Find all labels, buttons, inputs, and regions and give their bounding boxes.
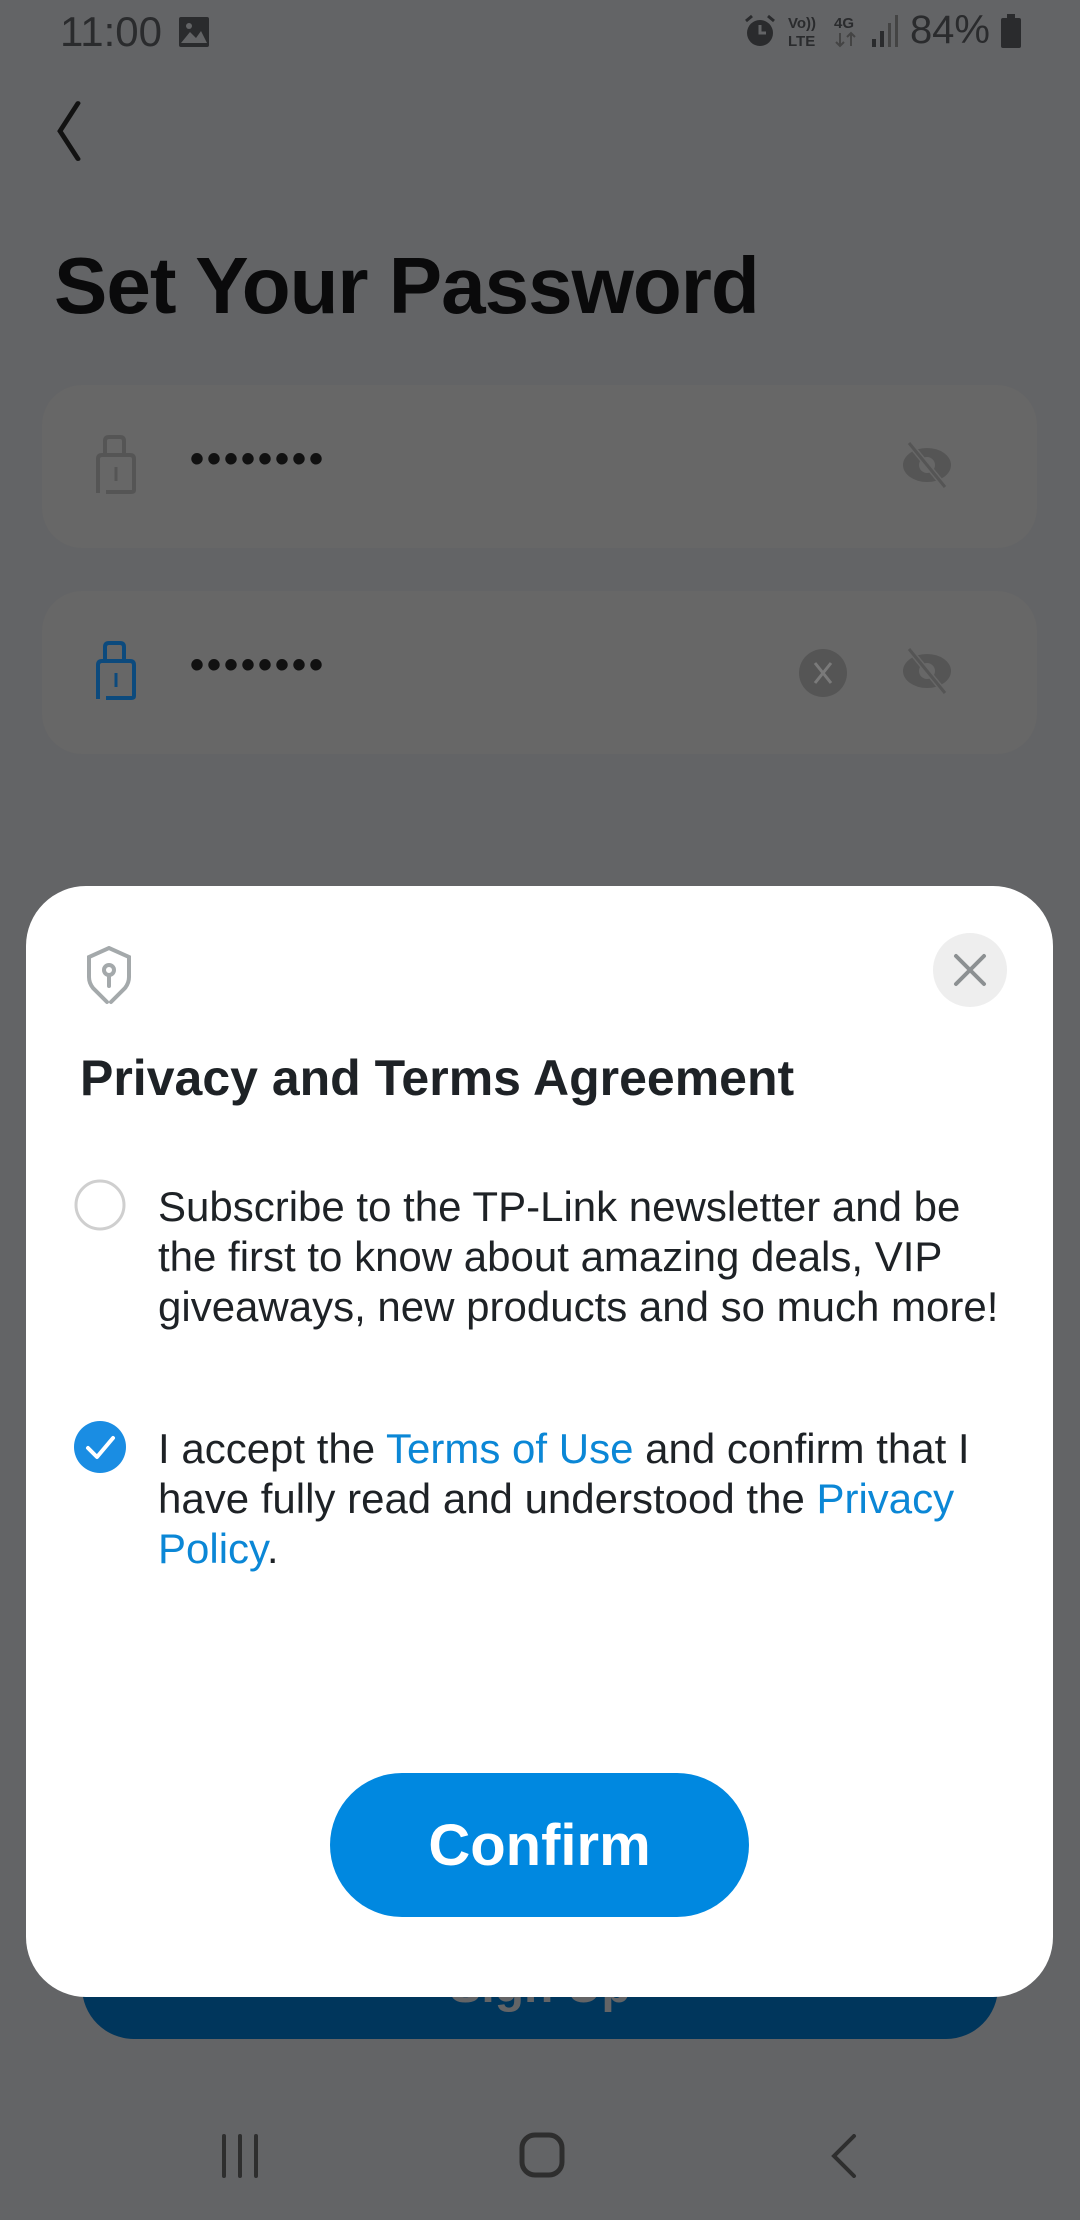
clear-icon xyxy=(813,662,833,684)
volte-icon: Vo))LTE xyxy=(788,15,816,49)
alarm-icon xyxy=(744,14,775,46)
eye-off-icon[interactable] xyxy=(899,646,955,696)
confirm-password-value: •••••••• xyxy=(190,643,327,687)
shield-icon xyxy=(87,946,131,1004)
newsletter-option[interactable]: Subscribe to the TP-Link newsletter and … xyxy=(74,1179,1014,1332)
lock-icon xyxy=(96,641,136,700)
home-icon[interactable] xyxy=(519,2132,565,2178)
signal-icon xyxy=(871,14,898,47)
svg-text:LTE: LTE xyxy=(788,33,815,49)
page-title: Set Your Password xyxy=(54,241,760,330)
battery-icon xyxy=(1001,13,1021,48)
recent-apps-icon[interactable] xyxy=(220,2134,260,2178)
privacy-terms-dialog: Privacy and Terms Agreement Subscribe to… xyxy=(26,886,1053,1997)
eye-off-icon[interactable] xyxy=(899,440,955,490)
confirm-password-field[interactable]: •••••••• xyxy=(42,591,1037,754)
svg-text:4G: 4G xyxy=(834,15,854,32)
clear-button[interactable] xyxy=(799,649,847,697)
terms-text-before: I accept the xyxy=(158,1425,387,1472)
back-chevron-icon[interactable] xyxy=(50,95,110,165)
terms-text-after: . xyxy=(266,1525,279,1572)
newsletter-text: Subscribe to the TP-Link newsletter and … xyxy=(158,1183,999,1330)
nav-back-icon[interactable] xyxy=(828,2134,860,2178)
status-icons: Vo)) LTE 4G 84% xyxy=(742,8,1022,53)
confirm-button[interactable]: Confirm xyxy=(330,1773,749,1917)
gallery-icon xyxy=(179,17,209,47)
terms-text: I accept the Terms of Use and confirm th… xyxy=(158,1424,1014,1574)
terms-option[interactable]: I accept the Terms of Use and confirm th… xyxy=(74,1421,1014,1574)
battery-percent: 84% xyxy=(909,8,990,52)
lock-icon xyxy=(96,435,136,494)
dialog-title: Privacy and Terms Agreement xyxy=(80,1050,795,1106)
close-icon xyxy=(954,954,986,986)
4g-icon: 4G xyxy=(834,15,856,47)
svg-text:Vo)): Vo)) xyxy=(788,15,816,32)
close-button[interactable] xyxy=(933,933,1007,1007)
terms-of-use-link[interactable]: Terms of Use xyxy=(386,1425,633,1472)
terms-checkbox-checked[interactable] xyxy=(74,1421,126,1473)
password-value: •••••••• xyxy=(190,437,327,481)
status-time: 11:00 xyxy=(60,8,162,55)
newsletter-radio[interactable] xyxy=(74,1179,126,1231)
system-nav-bar xyxy=(0,2100,1080,2220)
password-field[interactable]: •••••••• xyxy=(42,385,1037,548)
